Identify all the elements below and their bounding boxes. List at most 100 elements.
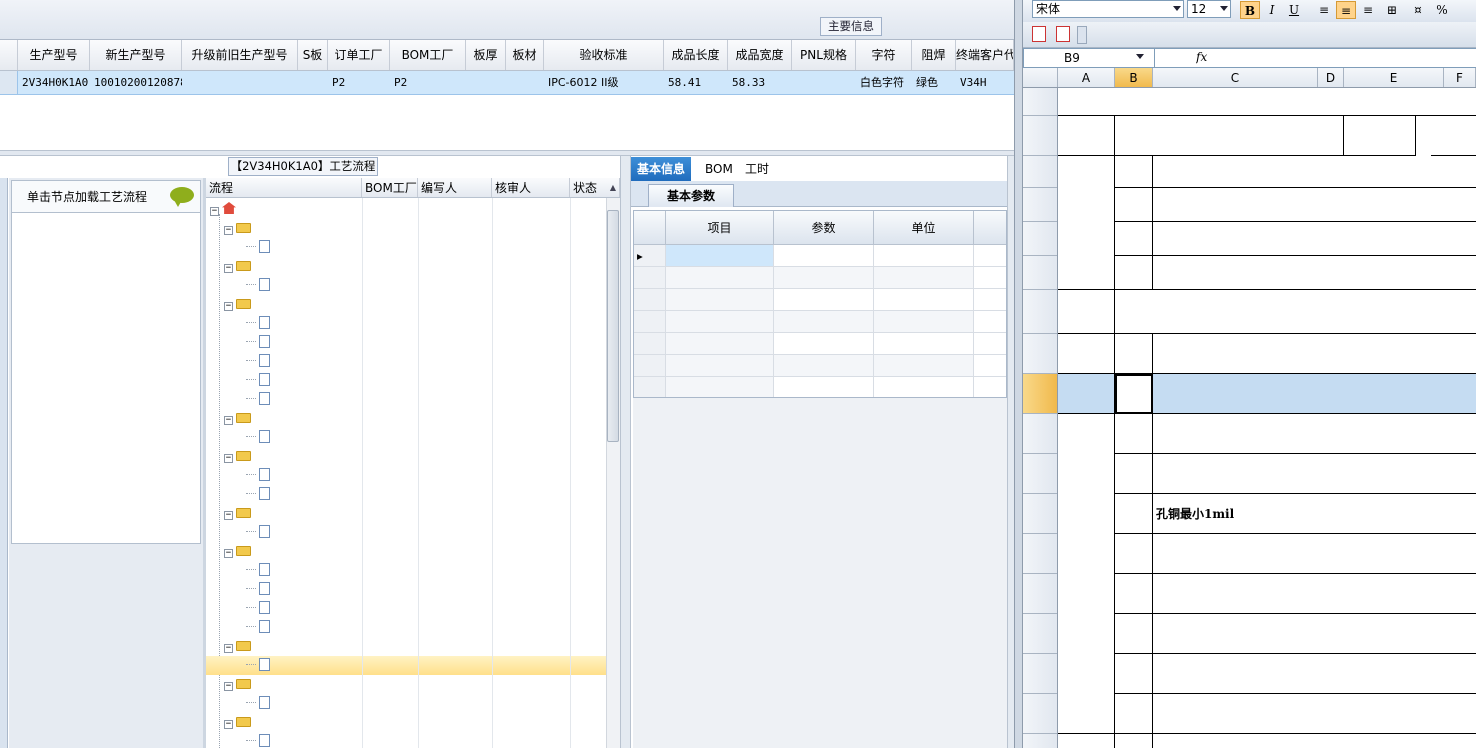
table-cell[interactable]: IPC-6012 II级 (544, 71, 664, 94)
seq-number[interactable] (1115, 374, 1153, 414)
row-header[interactable] (1023, 414, 1057, 454)
toolbar-options-icon[interactable] (1077, 26, 1087, 44)
param-value[interactable] (774, 289, 874, 311)
param-row[interactable] (634, 377, 1006, 397)
tree-node[interactable]: − (206, 542, 606, 561)
seq-label[interactable] (1115, 156, 1153, 188)
tree-column-header[interactable]: 编写人 (418, 178, 492, 197)
row-header[interactable] (1023, 454, 1057, 494)
tab-basic-params[interactable]: 基本参数 (648, 184, 734, 207)
row-indicator[interactable] (634, 355, 666, 377)
collapse-icon[interactable]: − (224, 416, 233, 425)
function-icon[interactable]: fx (1196, 50, 1210, 66)
table-cell[interactable]: 58.33 (728, 71, 792, 94)
param-row[interactable] (634, 333, 1006, 355)
tree-root[interactable]: − (206, 200, 606, 219)
column-header[interactable]: 升级前旧生产型号 (182, 40, 298, 70)
table-cell[interactable]: 58.41 (664, 71, 728, 94)
tree-node[interactable] (206, 314, 606, 333)
row-indicator[interactable] (0, 71, 18, 94)
collapse-icon[interactable]: − (224, 644, 233, 653)
tree-node[interactable] (206, 238, 606, 257)
seq-number[interactable] (1115, 414, 1153, 454)
param-value[interactable] (774, 311, 874, 333)
param-row[interactable] (634, 311, 1006, 333)
tab-bom[interactable]: BOM (699, 157, 739, 181)
seq-number[interactable] (1115, 494, 1153, 534)
currency-icon[interactable]: ¤ (1408, 1, 1428, 19)
seq-number[interactable] (1115, 334, 1153, 374)
collapse-icon[interactable]: − (224, 264, 233, 273)
row-header[interactable] (1023, 374, 1057, 414)
middle-splitter[interactable] (620, 156, 631, 748)
row-indicator[interactable] (634, 289, 666, 311)
tree-node[interactable]: − (206, 504, 606, 523)
row-header[interactable] (1023, 256, 1057, 290)
font-size-select[interactable]: 12 (1187, 0, 1231, 18)
grid-column-header[interactable]: 单位 (874, 211, 974, 245)
product-number[interactable] (1115, 116, 1344, 156)
row-header[interactable] (1023, 694, 1057, 734)
tree-node[interactable] (206, 580, 606, 599)
column-header[interactable]: BOM工厂 (390, 40, 466, 70)
tree-column-header[interactable]: BOM工厂 (362, 178, 418, 197)
column-header[interactable]: 新生产型号 (90, 40, 182, 70)
align-right-icon[interactable]: ≡ (1358, 1, 1378, 19)
collapse-icon[interactable]: − (224, 454, 233, 463)
param-row[interactable] (634, 289, 1006, 311)
column-header[interactable]: 字符 (856, 40, 912, 70)
row-header[interactable] (1023, 290, 1057, 334)
issue-content[interactable] (1153, 574, 1476, 614)
seq-number[interactable] (1115, 614, 1153, 654)
tree-node[interactable]: − (206, 637, 606, 656)
row-indicator[interactable] (634, 333, 666, 355)
column-header[interactable]: 板厚 (466, 40, 506, 70)
row-header[interactable] (1023, 156, 1057, 188)
sheet-title[interactable] (1058, 88, 1476, 116)
bold-icon[interactable]: B (1240, 1, 1260, 19)
tree-node[interactable]: − (206, 675, 606, 694)
merge-center-icon[interactable]: ⊞ (1382, 1, 1402, 19)
tree-node[interactable] (206, 428, 606, 447)
param-row[interactable]: ▸ (634, 245, 1006, 267)
font-name-select[interactable]: 宋体 (1032, 0, 1184, 18)
table-cell[interactable]: 10010200120878 (90, 71, 182, 94)
row-indicator[interactable]: ▸ (634, 245, 666, 267)
left-collapse-strip[interactable] (0, 178, 8, 748)
issue-content[interactable] (1153, 694, 1476, 734)
column-header[interactable]: S板 (298, 40, 328, 70)
scroll-up-icon[interactable]: ▲ (607, 181, 619, 195)
column-header-b[interactable]: B (1115, 68, 1153, 87)
row-header[interactable] (1023, 188, 1057, 222)
column-header-c[interactable]: C (1153, 68, 1318, 87)
align-left-icon[interactable]: ≡ (1314, 1, 1334, 19)
column-header[interactable]: 阻焊 (912, 40, 956, 70)
row-header[interactable] (1023, 654, 1057, 694)
issue-content[interactable] (1153, 374, 1476, 414)
process-instruction-label[interactable] (1058, 290, 1115, 334)
collapse-icon[interactable]: − (224, 549, 233, 558)
tree-node[interactable] (206, 390, 606, 409)
select-all-corner[interactable] (1023, 68, 1058, 87)
column-header[interactable]: 验收标准 (544, 40, 664, 70)
column-header[interactable]: 订单工厂 (328, 40, 390, 70)
table-cell[interactable]: 白色字符 (856, 71, 912, 94)
row-header[interactable] (1023, 222, 1057, 256)
tree-node[interactable] (206, 523, 606, 542)
tree-column-header[interactable]: 流程 (206, 178, 362, 197)
column-header-f[interactable]: F (1444, 68, 1476, 87)
tree-node[interactable] (206, 561, 606, 580)
issue-content[interactable] (1153, 414, 1476, 454)
column-header[interactable]: PNL规格 (792, 40, 856, 70)
issue-content[interactable] (1153, 534, 1476, 574)
tree-node[interactable] (206, 276, 606, 295)
param-value[interactable] (774, 267, 874, 289)
selected-cell-a9[interactable] (1058, 374, 1115, 414)
tree-node[interactable]: − (206, 447, 606, 466)
param-row[interactable] (634, 355, 1006, 377)
collapse-icon[interactable]: − (224, 226, 233, 235)
column-header[interactable]: 成品长度 (664, 40, 728, 70)
row18-a[interactable] (1058, 734, 1115, 748)
tree-node[interactable] (206, 732, 606, 748)
tree-node[interactable] (206, 333, 606, 352)
